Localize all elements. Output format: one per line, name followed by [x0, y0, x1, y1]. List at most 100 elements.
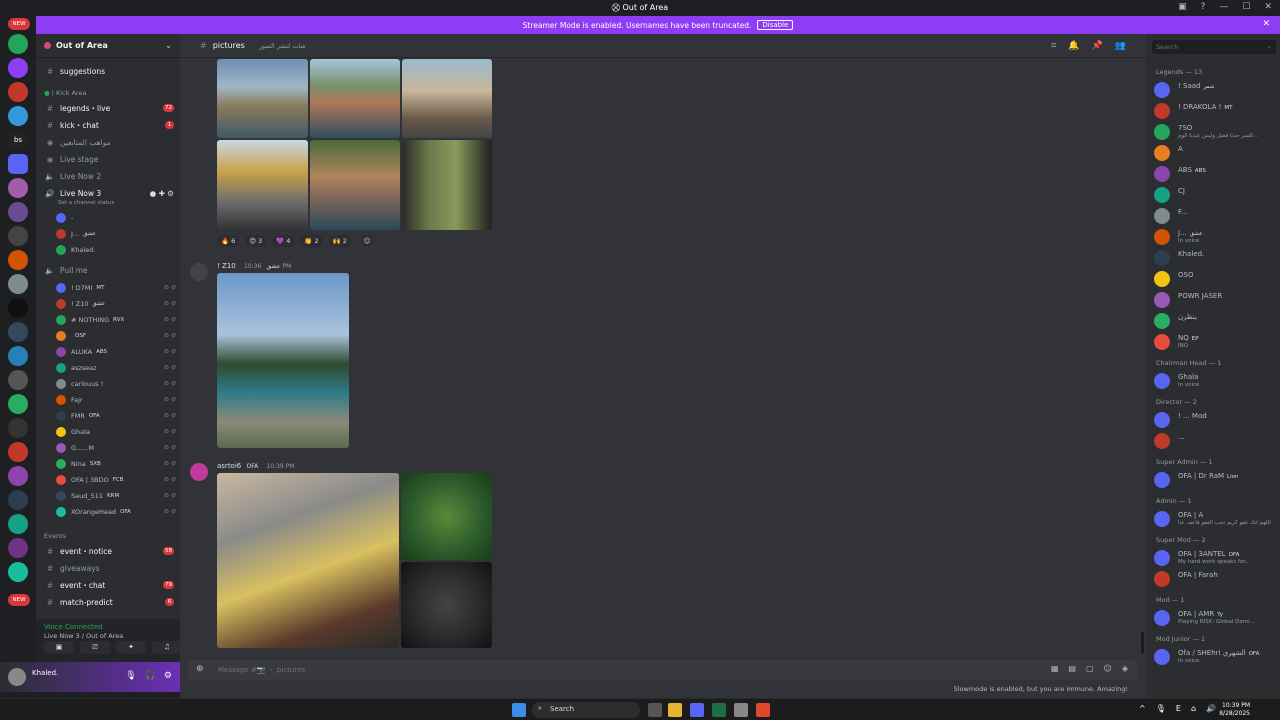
photo-street[interactable]	[217, 140, 308, 230]
channel-stage-ar[interactable]: ◉ مواهب المتابعين	[36, 135, 180, 149]
member-item[interactable]: Khaled.	[1154, 248, 1278, 268]
member-item[interactable]: NQ EP INQ	[1154, 332, 1278, 352]
reaction[interactable]: 👏 2	[300, 235, 323, 247]
voice-user[interactable]: carlouus ! ⊘ ⊘	[56, 376, 180, 391]
message-author[interactable]: asrtoi6	[217, 462, 241, 470]
avatar[interactable]	[190, 463, 208, 481]
channel-pull-me[interactable]: 🔈 Pull me	[36, 263, 180, 277]
server-icon[interactable]	[8, 346, 28, 366]
voice-user[interactable]: XOrangeHead OFA ⊘ ⊘	[56, 504, 180, 519]
channel-legends-live[interactable]: # legends・live 72	[36, 101, 180, 115]
server-icon[interactable]	[8, 178, 28, 198]
photo-promenade[interactable]	[402, 59, 492, 138]
member-item[interactable]: OFA | A اللهم انك عفو كريم تحب العفو فاعف…	[1154, 509, 1278, 529]
clock[interactable]: 10:39 PM 8/28/2025	[1219, 702, 1250, 718]
pin-icon[interactable]: 📌	[1092, 41, 1103, 51]
voice-user[interactable]: # NOTHING RVX ⊘ ⊘	[56, 312, 180, 327]
minimize-button[interactable]: —	[1219, 2, 1228, 12]
emoji-icon[interactable]: ☺	[1104, 664, 1112, 673]
avatar[interactable]	[190, 263, 208, 281]
server-icon[interactable]	[8, 514, 28, 534]
member-item[interactable]: A	[1154, 143, 1278, 163]
member-item[interactable]: J... عشق In voice	[1154, 227, 1278, 247]
mic-icon[interactable]: 🎙	[1156, 704, 1166, 713]
camera-button[interactable]: ▣	[44, 641, 74, 654]
soundboard-button[interactable]: ♫	[152, 641, 182, 654]
sticker-icon[interactable]: ▢	[1086, 664, 1094, 673]
member-item[interactable]: ...	[1154, 431, 1278, 451]
start-icon[interactable]	[512, 703, 526, 717]
member-item[interactable]: ! DRAKOLA ! MT	[1154, 101, 1278, 121]
voice-user[interactable]: FMR OFA ⊘ ⊘	[56, 408, 180, 423]
server-icon[interactable]	[8, 466, 28, 486]
category-kick-area[interactable]: ● | Kick Area	[44, 89, 86, 97]
member-item[interactable]: Ofa / SHEhri الشهري OFA In voice	[1154, 647, 1278, 667]
voice-user[interactable]: ! Z10 عشق ⊘ ⊘	[56, 296, 180, 311]
volume-icon[interactable]: 🔊	[1206, 704, 1216, 713]
server-icon[interactable]	[8, 298, 28, 318]
chevron-up-icon[interactable]: ^	[1139, 704, 1146, 713]
voice-user[interactable]: ALUKA ABS ⊘ ⊘	[56, 344, 180, 359]
reaction[interactable]: 💜 4	[272, 235, 295, 247]
discord-icon[interactable]	[690, 703, 704, 717]
channel-match-predict[interactable]: # match-predict 6	[36, 595, 180, 609]
disable-streamer-button[interactable]: Disable	[757, 20, 794, 30]
gif-icon[interactable]: ▤	[1068, 664, 1076, 673]
photo-window-view[interactable]	[402, 140, 492, 230]
reaction[interactable]: 😍 3	[245, 235, 267, 247]
member-item[interactable]: ABS ABS	[1154, 164, 1278, 184]
category-events[interactable]: Events	[44, 532, 66, 540]
member-item[interactable]: OFA | Farah	[1154, 569, 1278, 589]
server-icon[interactable]	[8, 226, 28, 246]
server-icon[interactable]	[8, 274, 28, 294]
server-icon[interactable]	[8, 562, 28, 582]
gift-icon[interactable]: ▦	[1051, 664, 1059, 673]
server-icon[interactable]	[8, 34, 28, 54]
folder-icon[interactable]	[8, 154, 28, 174]
photo-village[interactable]	[310, 140, 400, 230]
maximize-button[interactable]: ☐	[1242, 2, 1250, 12]
voice-user[interactable]: ! D7MI MT ⊘ ⊘	[56, 280, 180, 295]
channel-event-chat[interactable]: # event・chat 79	[36, 578, 180, 592]
gear-icon[interactable]: ⚙	[164, 671, 172, 681]
channel-actions-icon[interactable]: ● ✚ ⚙	[150, 189, 174, 198]
server-icon[interactable]	[8, 58, 28, 78]
member-item[interactable]: CJ	[1154, 185, 1278, 205]
help-icon[interactable]: ?	[1201, 2, 1206, 12]
bell-icon[interactable]: 🔔	[1068, 41, 1079, 51]
inbox-icon[interactable]: ▣	[1178, 2, 1187, 12]
voice-user[interactable]: Saud_511 KRM ⊘ ⊘	[56, 488, 180, 503]
reaction[interactable]: 🔥 6	[217, 235, 240, 247]
server-icon[interactable]	[8, 418, 28, 438]
server-icon[interactable]	[8, 322, 28, 342]
voice-user[interactable]: OFA | 3BDO FCB ⊘ ⊘	[56, 472, 180, 487]
voice-user[interactable]: Ghala ⊘ ⊘	[56, 424, 180, 439]
member-item[interactable]: F...	[1154, 206, 1278, 226]
server-header[interactable]: Out of Area ⌄	[36, 34, 180, 58]
network-icon[interactable]: ⌂	[1191, 704, 1196, 713]
photo-lake-harbor[interactable]	[310, 59, 400, 138]
activity-button[interactable]: ✦	[116, 641, 146, 654]
app-icon[interactable]	[734, 703, 748, 717]
photo-lake-town[interactable]	[217, 59, 308, 138]
member-item[interactable]: OSO	[1154, 269, 1278, 289]
channel-suggestions[interactable]: # suggestions	[36, 64, 180, 78]
member-item[interactable]: 7SO للسر حدنا فضل وليس عندنا الوم...	[1154, 122, 1278, 142]
excel-icon[interactable]	[712, 703, 726, 717]
server-icon-bs[interactable]: bs	[8, 130, 28, 150]
photo-mountain-lake[interactable]	[217, 273, 349, 448]
channel-live-stage[interactable]: ◉ Live stage	[36, 152, 180, 166]
headphones-icon[interactable]: 🎧	[145, 671, 156, 681]
apps-icon[interactable]: ◈	[1122, 664, 1128, 673]
server-icon[interactable]	[8, 490, 28, 510]
voice-user[interactable]: Fajr ⊘ ⊘	[56, 392, 180, 407]
voice-user[interactable]: Khaled.	[56, 242, 180, 257]
member-item[interactable]: OFA | AMR Ty Playing RISK: Global Domi...	[1154, 608, 1278, 628]
plus-icon[interactable]: ⊕	[196, 664, 204, 674]
server-icon[interactable]	[8, 442, 28, 462]
voice-channel-info[interactable]: Live Now 3 / Out of Area	[44, 632, 123, 640]
mic-icon[interactable]: 🎙	[125, 671, 136, 681]
member-item[interactable]: ينظرن	[1154, 311, 1278, 331]
search-input[interactable]: Search ⌕	[1152, 40, 1276, 54]
members-icon[interactable]: 👥	[1115, 41, 1126, 51]
